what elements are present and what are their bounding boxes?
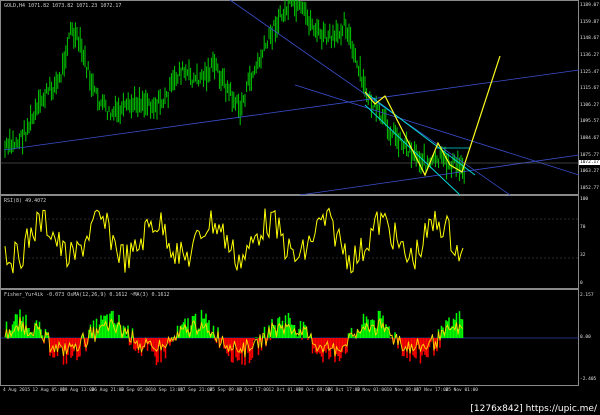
axis-tick: 1084.67 xyxy=(580,136,599,142)
time-tick: 25 Nov 01:00 xyxy=(445,388,479,393)
time-tick: 19 Aug 13:00 xyxy=(62,388,95,393)
time-tick: 3 Sep 05:00 xyxy=(121,388,151,393)
time-tick: 4 Aug 2015 xyxy=(3,388,31,393)
axis-tick: 2.157 xyxy=(580,293,594,298)
fisher-axis: 2.157 0.00 -2.405 xyxy=(579,289,600,386)
axis-tick: 70 xyxy=(580,225,586,230)
axis-tick: 100 xyxy=(580,197,589,202)
axis-tick: 1052.77 xyxy=(580,186,599,191)
axis-tick: 1115.67 xyxy=(580,86,599,92)
axis-tick: 1075.77 xyxy=(580,152,599,158)
axis-tick: 1063.27 xyxy=(580,169,599,175)
axis-tick: -2.405 xyxy=(580,377,597,382)
axis-tick: 0.00 xyxy=(580,335,591,340)
watermark: [1276x842] https://upic.me/ xyxy=(470,404,597,414)
axis-tick: 1106.27 xyxy=(580,102,599,108)
time-tick: 3 Nov 01:00 xyxy=(357,388,387,393)
time-tick: 12 Aug 05:00 xyxy=(32,388,66,393)
axis-tick: 32 xyxy=(580,253,586,258)
current-price-tag: 1072.17 xyxy=(579,160,600,165)
axis-tick: 1159.87 xyxy=(580,19,599,25)
axis-tick: 1148.67 xyxy=(580,36,599,42)
price-axis: 1189.07 1159.87 1148.67 1136.27 1125.47 1115.… xyxy=(579,0,600,195)
axis-tick: 1189.07 xyxy=(580,3,599,8)
rsi-line xyxy=(4,207,464,274)
chart-drawing xyxy=(0,0,579,366)
time-tick: 19 Oct 09:00 xyxy=(298,388,331,393)
time-tick: 17 Sep 21:00 xyxy=(180,388,213,393)
time-tick: 2 Oct 17:00 xyxy=(239,388,269,393)
rsi-axis: 100 70 32 0 xyxy=(579,195,600,289)
time-tick: 10 Sep 13:00 xyxy=(150,388,184,393)
axis-tick: 0 xyxy=(580,281,583,286)
time-tick: 10 Nov 09:00 xyxy=(386,388,420,393)
time-tick: 12 Oct 01:00 xyxy=(268,388,302,393)
channel-line xyxy=(364,91,476,176)
time-tick: 26 Aug 21:00 xyxy=(91,388,125,393)
time-tick: 17 Nov 17:00 xyxy=(416,388,449,393)
axis-tick: 1136.27 xyxy=(580,52,599,58)
axis-tick: 1125.47 xyxy=(580,69,599,75)
time-tick: 25 Sep 09:00 xyxy=(209,388,243,393)
time-axis: 4 Aug 2015 12 Aug 05:00 19 Aug 13:00 26 Aug… xyxy=(0,386,579,398)
axis-tick: 1095.57 xyxy=(580,119,599,125)
time-tick: 26 Oct 17:00 xyxy=(327,388,361,393)
zigzag-line xyxy=(364,55,501,177)
